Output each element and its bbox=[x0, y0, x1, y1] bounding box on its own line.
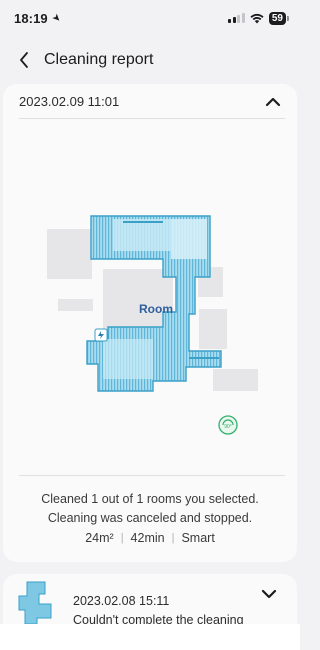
page-header: Cleaning report bbox=[0, 44, 300, 76]
bottom-bar bbox=[0, 624, 300, 650]
svg-text:90°: 90° bbox=[224, 424, 232, 430]
status-indicators: 59 bbox=[228, 11, 290, 25]
battery-indicator: 59 bbox=[268, 11, 290, 25]
robot-position-icon: 90° bbox=[218, 415, 238, 435]
map-thumbnail bbox=[18, 581, 52, 625]
wifi-icon bbox=[250, 13, 264, 23]
summary-line: Cleaning was canceled and stopped. bbox=[47, 511, 253, 525]
cleaning-summary: Cleaned 1 out of 1 rooms you selected. C… bbox=[3, 490, 297, 548]
divider bbox=[19, 475, 285, 476]
cellular-signal-icon bbox=[228, 13, 245, 23]
stat-duration: 42min bbox=[130, 531, 165, 545]
stats-row: 24m² | 42min | Smart bbox=[3, 529, 297, 548]
previous-report-date: 2023.02.08 15:11 bbox=[73, 594, 170, 608]
report-card: 2023.02.09 11:01 Room 90° Cleaned 1 out … bbox=[3, 84, 297, 562]
summary-line: Cleaned 1 out of 1 rooms you selected. bbox=[41, 492, 259, 506]
charging-dock-icon bbox=[94, 328, 108, 342]
stat-area: 24m² bbox=[85, 531, 114, 545]
location-arrow-icon: ➤ bbox=[49, 11, 63, 25]
chevron-down-icon bbox=[261, 589, 277, 599]
expand-button[interactable] bbox=[259, 586, 279, 602]
status-time: 18:19 bbox=[14, 10, 48, 26]
map-canvas: Room 90° bbox=[47, 215, 258, 435]
page-title: Cleaning report bbox=[44, 51, 154, 68]
room-label[interactable]: Room bbox=[139, 302, 173, 316]
back-button[interactable] bbox=[12, 48, 36, 72]
report-date: 2023.02.09 11:01 bbox=[19, 94, 120, 109]
stat-mode: Smart bbox=[181, 531, 215, 545]
chevron-up-icon bbox=[265, 97, 281, 107]
cleaning-map[interactable]: Room 90° bbox=[3, 119, 297, 475]
status-bar: 18:19 ➤ 59 bbox=[0, 0, 300, 36]
chevron-left-icon bbox=[20, 52, 28, 68]
collapse-button[interactable] bbox=[263, 94, 283, 110]
